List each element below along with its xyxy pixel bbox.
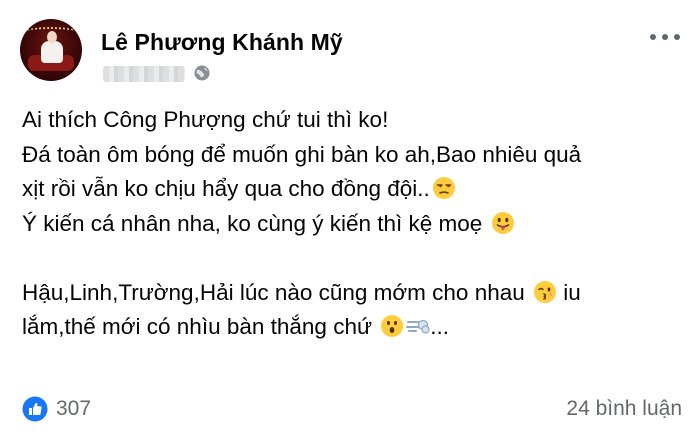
like-count[interactable]: 307 [56,397,91,421]
post-line-text-tail: iu [557,279,581,305]
post-line-text: xịt rồi vẫn ko chịu hẩy qua cho đồng đội… [22,176,430,201]
avatar[interactable] [20,19,82,81]
post-line-text: Ý kiến cá nhân nha, ko cùng ý kiến thì k… [22,210,489,236]
post-line-text: lắm,thế mới có nhìu bàn thắng chứ [22,314,379,339]
post-line-text-ellipsis: ... [430,314,450,339]
author-name[interactable]: Lê Phương Khánh Mỹ [101,29,343,56]
dash-symbol-emoji-icon [406,319,430,334]
post-line: Đá toàn ôm bóng để muốn ghi bàn ko ah,Ba… [22,141,582,167]
like-reaction-icon[interactable] [22,396,48,422]
more-options-icon[interactable] [650,30,680,44]
post-text: Ai thích Công Phượng chứ tui thì ko! Đá … [22,103,682,345]
comment-count[interactable]: 24 bình luận [566,397,682,421]
unamused-face-emoji-icon [432,177,455,199]
kissing-face-emoji-icon [534,280,556,303]
post-timestamp-blurred [103,66,185,82]
globe-icon[interactable] [193,64,211,82]
avatar-person-head [47,31,57,43]
post-line: Ý kiến cá nhân nha, ko cùng ý kiến thì k… [22,207,682,242]
post-line-text: Hậu,Linh,Trường,Hải lúc nào cũng mớm cho… [22,279,531,305]
avatar-person-body [41,41,63,63]
face-with-tongue-emoji-icon [491,211,514,234]
post-line: lắm,thế mới có nhìu bàn thắng chứ ... [22,310,682,345]
post-line: Hậu,Linh,Trường,Hải lúc nào cũng mớm cho… [22,276,682,311]
post-line: Ai thích Công Phượng chứ tui thì ko! [22,107,389,132]
facebook-post: Lê Phương Khánh Mỹ Ai thích Công Phượng … [0,0,699,439]
hushed-face-emoji-icon [381,315,404,337]
post-line: xịt rồi vẫn ko chịu hẩy qua cho đồng đội… [22,172,682,207]
